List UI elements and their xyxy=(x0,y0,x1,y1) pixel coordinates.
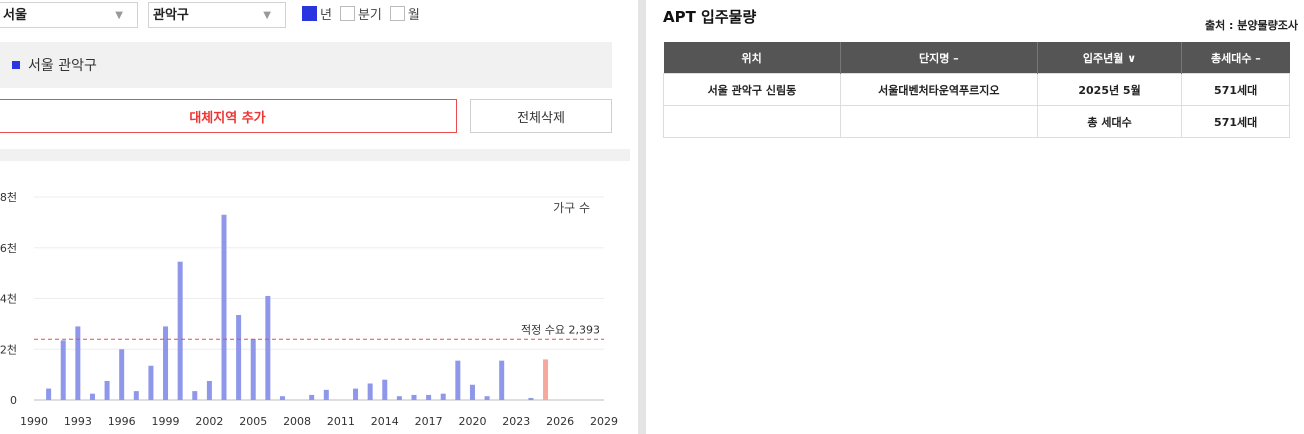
bar xyxy=(323,389,329,400)
bar xyxy=(119,349,125,400)
bar xyxy=(279,396,285,400)
x-tick-label: 1999 xyxy=(152,415,180,428)
col-units[interactable]: 총세대수 – xyxy=(1181,42,1290,74)
checkbox-year[interactable] xyxy=(302,6,317,21)
bar xyxy=(221,214,227,400)
bar xyxy=(528,397,534,400)
selected-region-box: 서울 관악구 xyxy=(0,42,612,88)
x-tick-label: 2014 xyxy=(371,415,399,428)
series-label: 가구 수 xyxy=(553,201,590,215)
table-row[interactable]: 서울 관악구 신림동 서울대벤처타운역푸르지오 2025년 5월 571세대 xyxy=(663,73,1290,106)
table-total-row: 총 세대수 571세대 xyxy=(663,105,1290,138)
x-tick-label: 2005 xyxy=(239,415,267,428)
chevron-down-icon: ▼ xyxy=(115,10,123,21)
y-tick-label: 8천 xyxy=(0,190,17,204)
cell-units: 571세대 xyxy=(1181,73,1290,106)
bar xyxy=(75,326,81,400)
bar xyxy=(148,365,154,400)
city-select[interactable]: 서울 ▼ xyxy=(0,2,138,28)
bar xyxy=(89,393,95,400)
x-tick-label: 2002 xyxy=(195,415,223,428)
selected-region-label: 서울 관악구 xyxy=(28,58,97,74)
bar xyxy=(163,326,169,400)
chevron-down-icon: ▼ xyxy=(263,10,271,21)
bar xyxy=(177,261,183,400)
bar xyxy=(192,391,198,400)
x-tick-label: 2020 xyxy=(458,415,486,428)
district-select-value: 관악구 xyxy=(153,8,189,23)
checkbox-month[interactable] xyxy=(389,6,405,21)
col-location[interactable]: 위치 xyxy=(663,42,841,74)
y-tick-label: 0 xyxy=(10,394,17,407)
x-tick-label: 2023 xyxy=(502,415,530,428)
checkbox-quarter-label: 분기 xyxy=(357,8,382,23)
left-panel: 서울 ▼ 관악구 ▼ 년 분기 월 서울 관악구 대체지역 추가 전체삭제 0 2… xyxy=(0,0,638,434)
threshold-label: 적정 수요 2,393 xyxy=(521,323,600,336)
bar xyxy=(396,396,402,400)
x-tick-label: 2008 xyxy=(283,415,311,428)
y-tick-label: 2천 xyxy=(0,342,17,356)
bar xyxy=(309,394,315,400)
legend-square-icon xyxy=(12,61,20,69)
checkbox-month-label: 월 xyxy=(407,8,420,23)
x-tick-label: 1996 xyxy=(108,415,136,428)
bar xyxy=(206,380,212,400)
add-region-button[interactable]: 대체지역 추가 xyxy=(0,99,457,133)
city-select-value: 서울 xyxy=(3,8,27,23)
bar-future xyxy=(543,359,549,400)
bar xyxy=(236,314,242,400)
col-complex[interactable]: 단지명 – xyxy=(840,42,1038,74)
bar xyxy=(469,384,475,400)
cell-empty xyxy=(839,105,1038,138)
delete-all-button[interactable]: 전체삭제 xyxy=(470,99,612,133)
bar xyxy=(499,360,505,400)
source-label: 출처 : 분양물량조사 xyxy=(1204,19,1298,32)
bar xyxy=(455,360,461,400)
cell-complex: 서울대벤처타운역푸르지오 xyxy=(839,73,1038,106)
bar xyxy=(367,383,373,400)
chart-header-bar xyxy=(0,149,630,161)
y-tick-label: 4천 xyxy=(0,292,17,306)
bar xyxy=(133,391,139,400)
supply-bar-chart: 0 2천 4천 6천 8천 1990 1993 1996 1999 2002 2005 2008 201… xyxy=(0,190,618,428)
right-panel: APT 입주물량 출처 : 분양물량조사 위치 단지명 – 입주년월 ∨ 총세대… xyxy=(646,0,1304,434)
cell-location: 서울 관악구 신림동 xyxy=(663,73,841,106)
bar xyxy=(265,295,271,400)
x-tick-label: 2011 xyxy=(327,415,355,428)
cell-total-units: 571세대 xyxy=(1181,105,1290,138)
cell-total-label: 총 세대수 xyxy=(1036,105,1183,138)
bar xyxy=(382,379,388,400)
x-tick-label: 1990 xyxy=(20,415,48,428)
x-tick-label: 2017 xyxy=(415,415,443,428)
x-tick-label: 2029 xyxy=(590,415,618,428)
panel-divider[interactable] xyxy=(638,0,646,434)
y-tick-label: 6천 xyxy=(0,241,17,255)
bar xyxy=(60,340,66,400)
bar xyxy=(426,394,432,400)
x-tick-label: 1993 xyxy=(64,415,92,428)
bar xyxy=(484,396,490,400)
period-options: 년 분기 월 xyxy=(302,4,428,23)
bar xyxy=(104,380,110,400)
apt-table: 위치 단지명 – 입주년월 ∨ 총세대수 – 서울 관악구 신림동 서울대벤처타… xyxy=(663,42,1290,138)
bar xyxy=(250,339,256,400)
table-header-row: 위치 단지명 – 입주년월 ∨ 총세대수 – xyxy=(663,42,1290,74)
checkbox-year-label: 년 xyxy=(320,8,332,23)
bar xyxy=(46,388,52,400)
bar xyxy=(411,394,417,400)
apt-title: APT 입주물량 xyxy=(663,8,757,26)
col-move-in[interactable]: 입주년월 ∨ xyxy=(1037,42,1183,74)
district-select[interactable]: 관악구 ▼ xyxy=(148,2,286,28)
bar xyxy=(440,393,446,400)
bar xyxy=(353,388,359,400)
cell-empty xyxy=(663,105,841,138)
checkbox-quarter[interactable] xyxy=(339,6,355,21)
x-tick-label: 2026 xyxy=(546,415,574,428)
cell-move-in: 2025년 5월 xyxy=(1036,73,1183,106)
